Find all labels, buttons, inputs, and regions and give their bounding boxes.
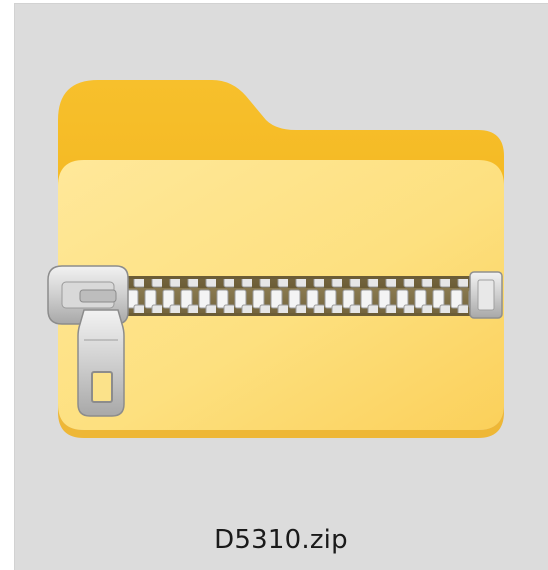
zip-folder-icon[interactable] [0,0,548,470]
file-name-label[interactable]: D5310.zip [14,522,548,558]
